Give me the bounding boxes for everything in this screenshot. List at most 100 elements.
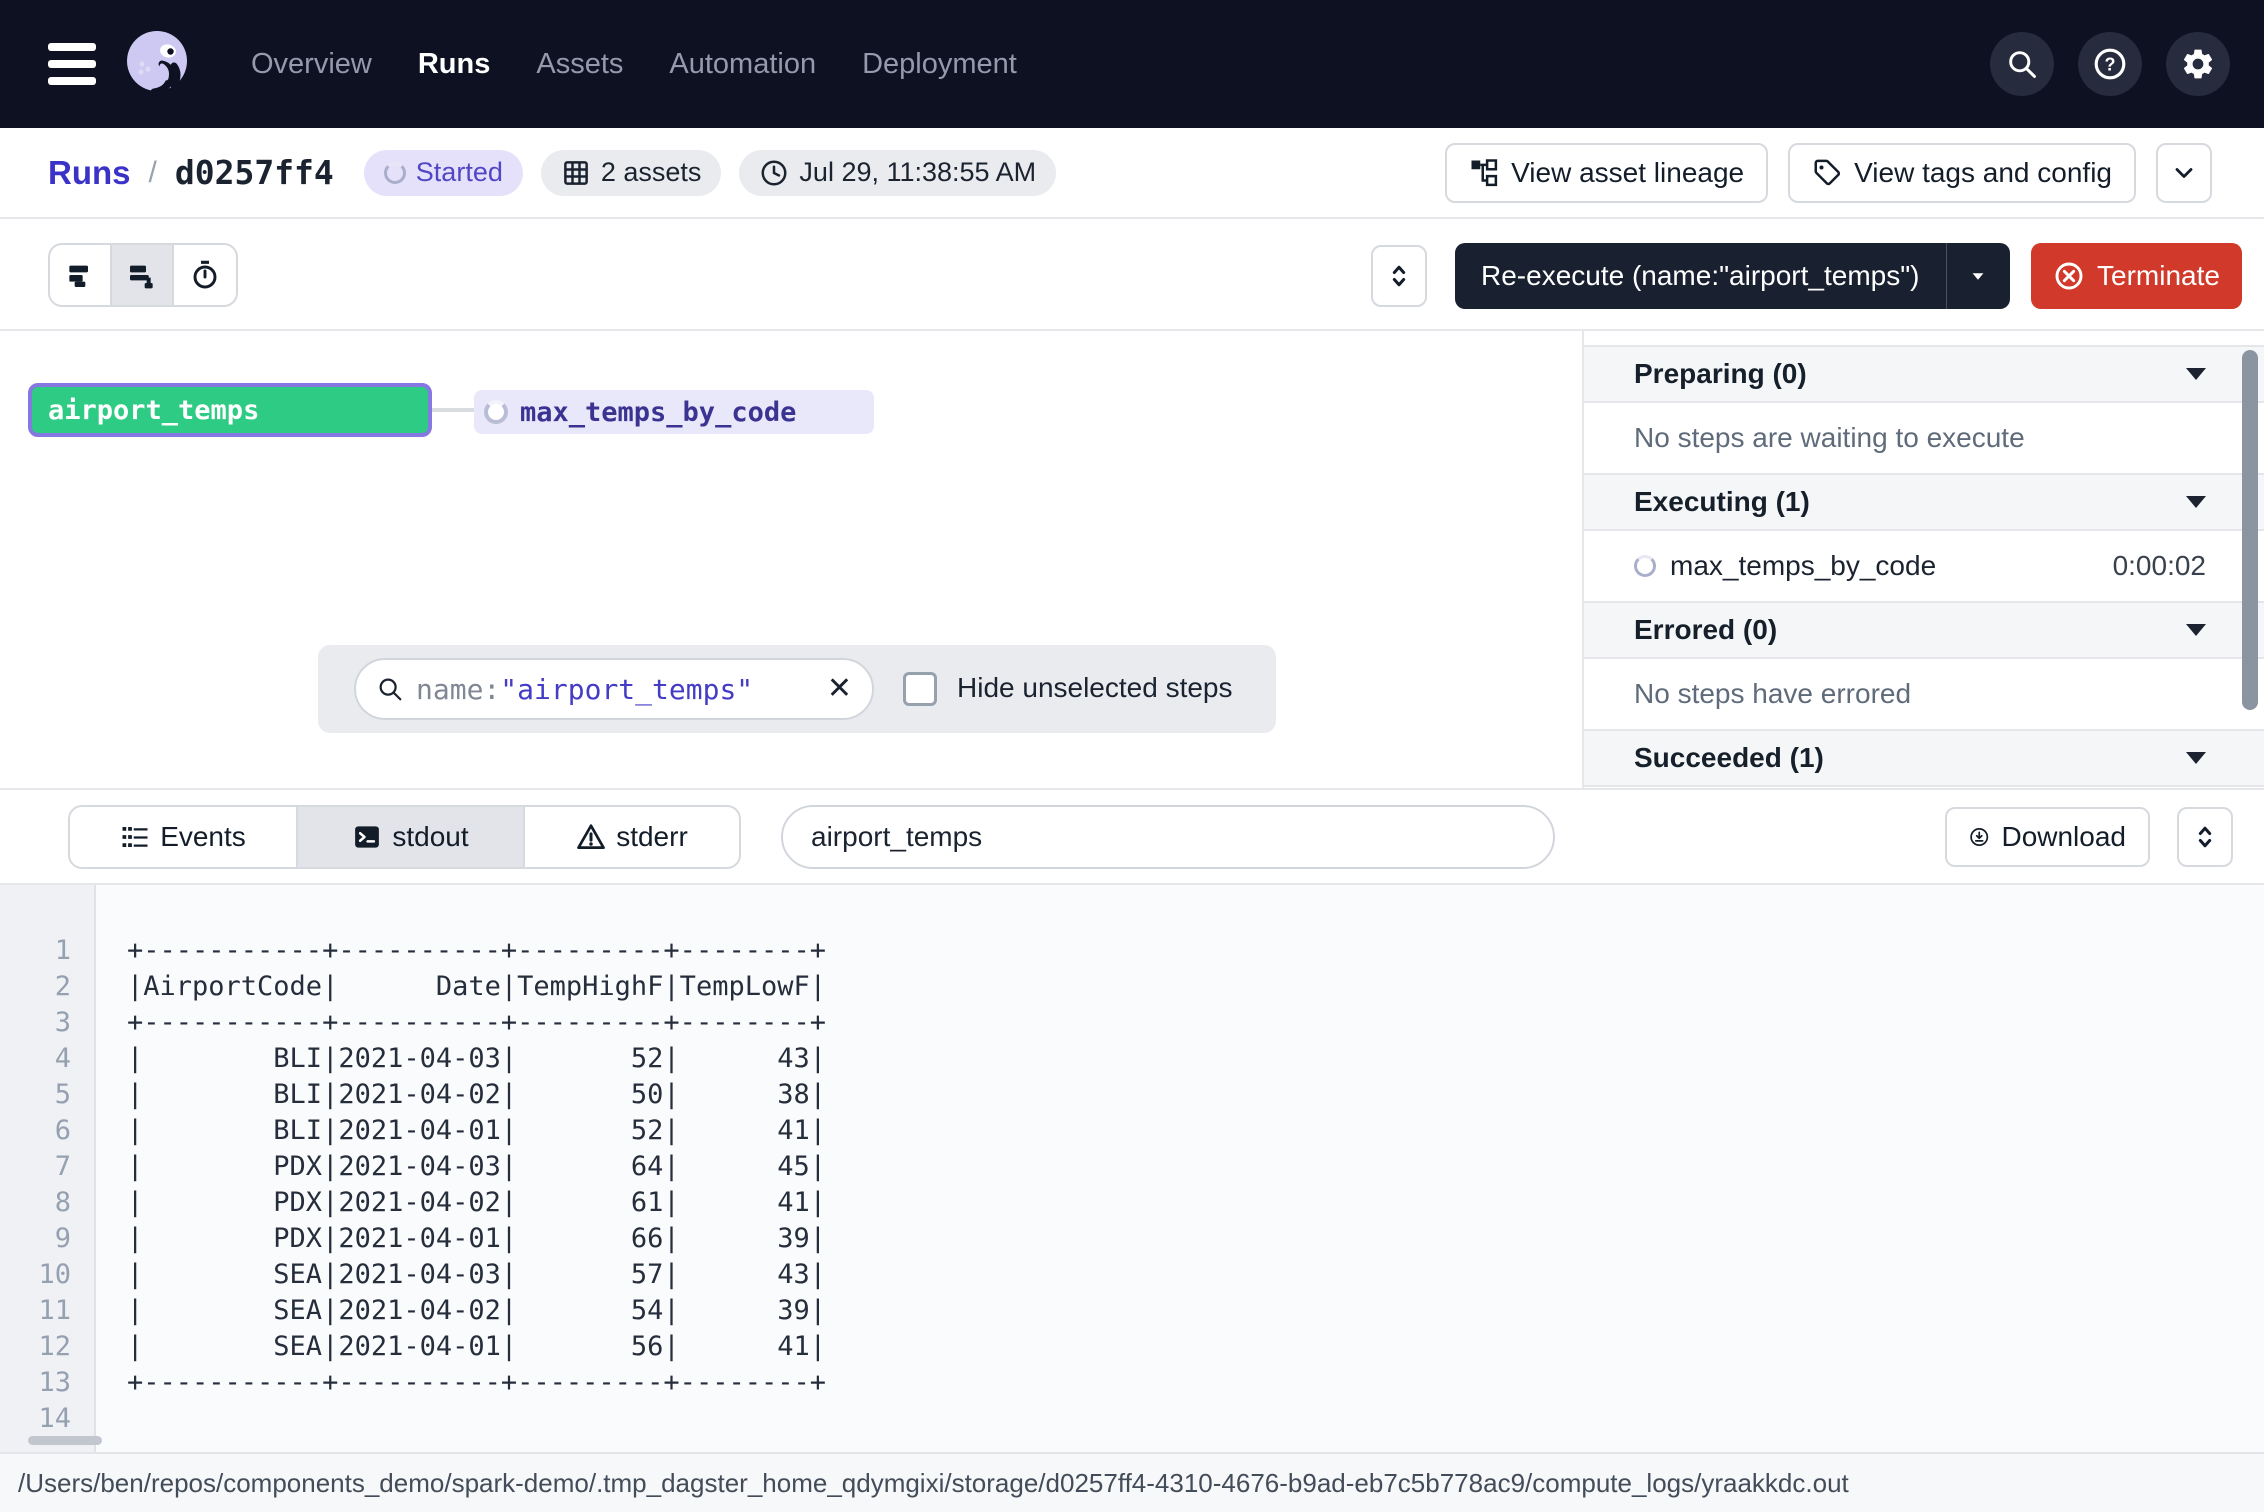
- up-down-chevrons-icon: [2191, 823, 2219, 851]
- spinner-icon: [384, 162, 406, 184]
- waterfall-gantt-icon: [126, 259, 158, 291]
- collapse-triangle-icon: [2186, 368, 2206, 380]
- step-elapsed-time: 0:00:02: [2113, 550, 2206, 582]
- download-icon: [1969, 821, 1989, 853]
- collapse-triangle-icon: [2186, 752, 2206, 764]
- nav-item-automation[interactable]: Automation: [663, 38, 822, 91]
- tab-events[interactable]: Events: [70, 807, 298, 867]
- tab-stdout[interactable]: stdout: [298, 807, 525, 867]
- log-line: 13+-----------+----------+---------+----…: [0, 1365, 2264, 1401]
- run-gantt-section: airport_temps max_temps_by_code name:"ai…: [0, 331, 2264, 790]
- log-line: 4| BLI|2021-04-03| 52| 43|: [0, 1041, 2264, 1077]
- view-timer-button[interactable]: [174, 245, 236, 305]
- view-waterfall-gantt-button[interactable]: [112, 245, 174, 305]
- log-line: 2|AirportCode| Date|TempHighF|TempLowF|: [0, 969, 2264, 1005]
- view-tags-config-button[interactable]: View tags and config: [1788, 143, 2136, 203]
- run-header: Runs / d0257ff4 Started 2 assets Jul 29,…: [0, 128, 2264, 219]
- clear-filter-icon[interactable]: ✕: [827, 674, 852, 704]
- nav-item-assets[interactable]: Assets: [530, 38, 629, 91]
- assets-count-badge: 2 assets: [541, 150, 722, 196]
- step-filter-input[interactable]: name:"airport_temps" ✕: [354, 658, 874, 720]
- svg-text:?: ?: [2105, 55, 2116, 75]
- expand-log-button[interactable]: [2177, 807, 2233, 867]
- up-down-chevrons-icon: [1385, 262, 1413, 290]
- log-line: 1+-----------+----------+---------+-----…: [0, 933, 2264, 969]
- settings-button[interactable]: [2166, 32, 2230, 96]
- log-line: 9| PDX|2021-04-01| 66| 39|: [0, 1221, 2264, 1257]
- log-line: 14: [0, 1401, 2264, 1437]
- reexecute-button[interactable]: Re-execute (name:"airport_temps"): [1455, 243, 1946, 309]
- hamburger-menu-icon[interactable]: [48, 43, 96, 85]
- section-errored[interactable]: Errored (0): [1584, 601, 2264, 659]
- executing-step-row[interactable]: max_temps_by_code 0:00:02: [1584, 531, 2264, 601]
- gantt-step-max-temps-by-code[interactable]: max_temps_by_code: [474, 390, 874, 434]
- gantt-view-toggle: [48, 243, 238, 307]
- hide-unselected-label: Hide unselected steps: [957, 672, 1233, 704]
- events-list-icon: [120, 822, 150, 852]
- nav-item-deployment[interactable]: Deployment: [856, 38, 1023, 91]
- gear-icon: [2180, 46, 2216, 82]
- log-horizontal-scrollbar[interactable]: [28, 1436, 102, 1445]
- view-flat-gantt-button[interactable]: [50, 245, 112, 305]
- log-line: 7| PDX|2021-04-03| 64| 45|: [0, 1149, 2264, 1185]
- log-line: 12| SEA|2021-04-01| 56| 41|: [0, 1329, 2264, 1365]
- search-icon: [376, 675, 404, 703]
- tab-stderr[interactable]: stderr: [525, 807, 739, 867]
- section-preparing[interactable]: Preparing (0): [1584, 345, 2264, 403]
- filter-query-value: "airport_temps": [500, 673, 753, 706]
- nav-item-overview[interactable]: Overview: [245, 38, 378, 91]
- section-executing[interactable]: Executing (1): [1584, 473, 2264, 531]
- panel-scrollbar[interactable]: [2242, 350, 2258, 710]
- step-filter-bar: name:"airport_temps" ✕ Hide unselected s…: [318, 645, 1276, 733]
- grid-icon: [561, 158, 591, 188]
- log-content: 1+-----------+----------+---------+-----…: [0, 933, 2264, 1437]
- reexecute-options-button[interactable]: [1946, 243, 2010, 309]
- help-button[interactable]: ?: [2078, 32, 2142, 96]
- stdout-log-viewer: 1+-----------+----------+---------+-----…: [0, 885, 2264, 1452]
- terminal-icon: [352, 822, 382, 852]
- log-file-path-bar: /Users/ben/repos/components_demo/spark-d…: [0, 1452, 2264, 1512]
- search-button[interactable]: [1990, 32, 2054, 96]
- reexecute-split-button: Re-execute (name:"airport_temps"): [1455, 243, 2010, 309]
- caret-down-icon: [1965, 263, 1991, 289]
- log-line: 6| BLI|2021-04-01| 52| 41|: [0, 1113, 2264, 1149]
- gantt-chart: airport_temps max_temps_by_code name:"ai…: [0, 331, 1582, 788]
- top-navbar: Overview Runs Assets Automation Deployme…: [0, 0, 2264, 128]
- flat-gantt-icon: [64, 259, 96, 291]
- primary-nav: Overview Runs Assets Automation Deployme…: [245, 38, 1057, 91]
- terminate-button[interactable]: Terminate: [2031, 243, 2242, 309]
- dagster-logo[interactable]: [118, 24, 198, 104]
- breadcrumb-runs-link[interactable]: Runs: [48, 154, 131, 192]
- zoom-fit-button[interactable]: [1371, 245, 1427, 307]
- run-toolbar: Re-execute (name:"airport_temps") Termin…: [0, 219, 2264, 331]
- log-tabs: Events stdout stderr: [68, 805, 741, 869]
- section-preparing-empty: No steps are waiting to execute: [1584, 403, 2264, 473]
- log-line: 10| SEA|2021-04-03| 57| 43|: [0, 1257, 2264, 1293]
- hide-unselected-checkbox[interactable]: [903, 672, 937, 706]
- clock-icon: [759, 158, 789, 188]
- log-file-path: /Users/ben/repos/components_demo/spark-d…: [18, 1468, 1849, 1499]
- breadcrumb-separator: /: [149, 156, 157, 190]
- gantt-step-airport-temps[interactable]: airport_temps: [28, 383, 432, 437]
- tag-icon: [1812, 158, 1842, 188]
- status-badge: Started: [364, 150, 523, 196]
- search-icon: [2005, 47, 2039, 81]
- chevron-down-icon: [2170, 159, 2198, 187]
- gantt-edge: [432, 408, 474, 412]
- filter-query-prefix: name:: [416, 673, 500, 706]
- spinner-icon: [1634, 555, 1656, 577]
- section-succeeded[interactable]: Succeeded (1): [1584, 729, 2264, 787]
- help-icon: ?: [2092, 46, 2128, 82]
- spinner-icon: [484, 400, 508, 424]
- log-line: 5| BLI|2021-04-02| 50| 38|: [0, 1077, 2264, 1113]
- nav-item-runs[interactable]: Runs: [412, 38, 497, 91]
- collapse-triangle-icon: [2186, 496, 2206, 508]
- log-line: 3+-----------+----------+---------+-----…: [0, 1005, 2264, 1041]
- more-run-actions-button[interactable]: [2156, 143, 2212, 203]
- log-step-selector[interactable]: airport_temps: [781, 805, 1555, 869]
- download-button[interactable]: Download: [1945, 807, 2150, 867]
- log-toolbar: Events stdout stderr airport_temps: [0, 790, 2264, 885]
- section-errored-empty: No steps have errored: [1584, 659, 2264, 729]
- view-asset-lineage-button[interactable]: View asset lineage: [1445, 143, 1768, 203]
- lineage-icon: [1469, 158, 1499, 188]
